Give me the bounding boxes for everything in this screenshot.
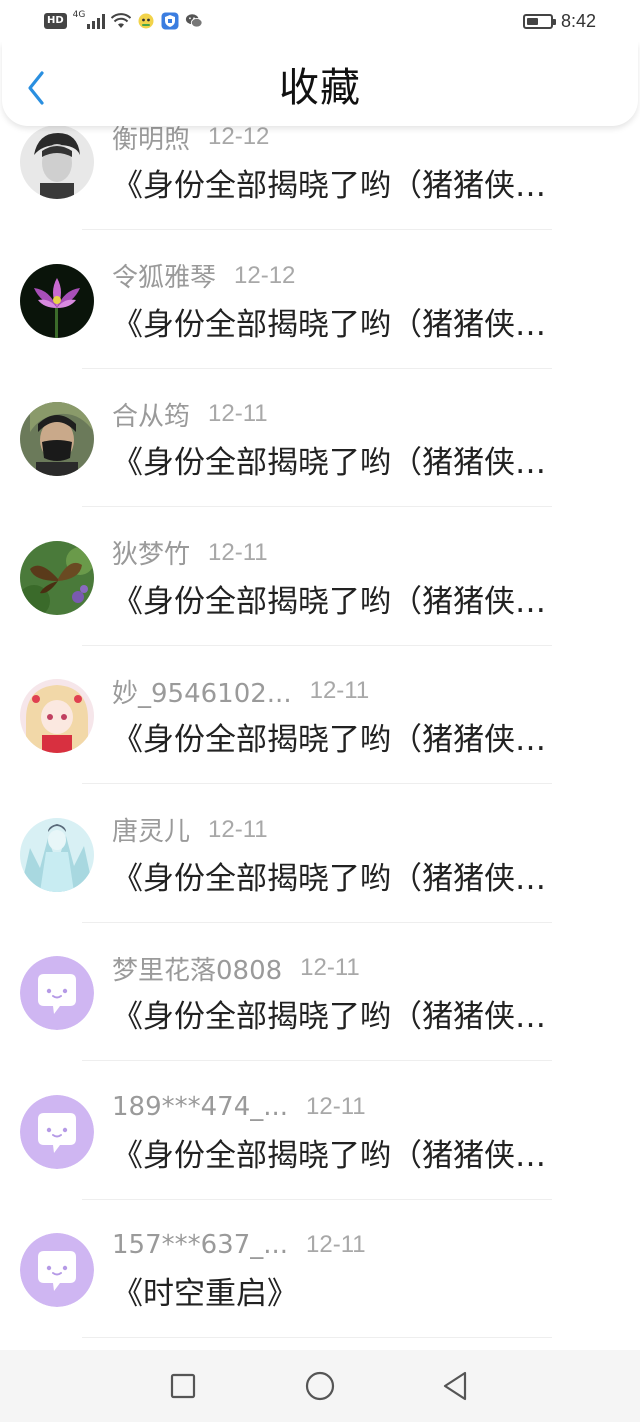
avatar[interactable] <box>20 956 94 1030</box>
favorite-item[interactable]: 合从筠 12-11 《身份全部揭晓了哟（猪猪侠… <box>0 397 640 536</box>
divider <box>82 506 552 507</box>
network-type: 4G <box>72 10 86 20</box>
author-name: 189***474_... <box>112 1091 289 1122</box>
item-title: 《身份全部揭晓了哟（猪猪侠… <box>112 306 546 343</box>
recents-button[interactable] <box>165 1368 201 1404</box>
shield-app-icon <box>161 12 179 30</box>
item-date: 12-11 <box>208 538 268 566</box>
avatar[interactable] <box>20 402 94 476</box>
favorite-item[interactable]: 189***474_... 12-11 《身份全部揭晓了哟（猪猪侠… <box>0 1090 640 1229</box>
favorite-item[interactable]: 狄梦竹 12-11 《身份全部揭晓了哟（猪猪侠… <box>0 536 640 675</box>
divider <box>82 1198 552 1200</box>
favorites-list: 衡明煦 12-12 《身份全部揭晓了哟（猪猪侠… 令狐雅琴 12-12 《身份全部揭晓了哟… <box>0 120 640 1367</box>
item-date: 12-12 <box>208 123 270 150</box>
item-date: 12-11 <box>306 1092 366 1120</box>
item-title: 《身份全部揭晓了哟（猪猪侠… <box>112 860 546 897</box>
favorite-item[interactable]: 令狐雅琴 12-12 《身份全部揭晓了哟（猪猪侠… <box>0 259 640 398</box>
author-name: 合从筠 <box>112 401 191 432</box>
hd-badge: HD <box>44 13 67 29</box>
item-title: 《身份全部揭晓了哟（猪猪侠… <box>112 445 546 481</box>
home-circle-icon <box>305 1371 335 1401</box>
back-triangle-icon <box>443 1371 467 1401</box>
avatar[interactable] <box>20 125 94 199</box>
item-title: 《身份全部揭晓了哟（猪猪侠… <box>112 1137 546 1174</box>
item-meta: 梦里花落0808 12-11 <box>112 951 360 986</box>
item-title: 《时空重启》 <box>112 1276 298 1312</box>
item-title: 《身份全部揭晓了哟（猪猪侠… <box>112 168 546 204</box>
avatar[interactable] <box>20 1094 94 1169</box>
avatar[interactable] <box>20 679 94 753</box>
divider <box>82 644 552 646</box>
divider <box>82 1060 552 1061</box>
item-meta: 189***474_... 12-11 <box>112 1090 366 1124</box>
divider <box>82 783 552 784</box>
divider <box>82 1337 552 1338</box>
battery-icon <box>522 13 556 29</box>
bot-app-icon <box>138 13 154 29</box>
wechat-icon <box>186 14 203 28</box>
page-title: 收藏 <box>279 65 361 111</box>
status-right: 8:42 <box>522 10 596 32</box>
favorite-item[interactable]: 157***637_... 12-11 《时空重启》 <box>0 1228 640 1367</box>
recents-square-icon <box>170 1373 196 1399</box>
divider <box>82 921 552 923</box>
avatar[interactable] <box>20 817 94 892</box>
item-meta: 狄梦竹 12-11 <box>112 536 268 571</box>
item-meta: 合从筠 12-11 <box>112 397 268 432</box>
item-meta: 妙_9546102... 12-11 <box>112 674 370 709</box>
avatar[interactable] <box>20 263 94 338</box>
favorite-item[interactable]: 梦里花落0808 12-11 《身份全部揭晓了哟（猪猪侠… <box>0 951 640 1090</box>
nav-back-button[interactable] <box>437 1368 473 1404</box>
signal-icon <box>87 13 106 29</box>
favorite-item[interactable]: 妙_9546102... 12-11 《身份全部揭晓了哟（猪猪侠… <box>0 674 640 813</box>
divider <box>82 229 552 230</box>
item-meta: 唐灵儿 12-11 <box>112 813 268 848</box>
item-date: 12-11 <box>208 400 268 427</box>
item-title: 《身份全部揭晓了哟（猪猪侠… <box>112 583 546 620</box>
item-date: 12-11 <box>208 815 268 843</box>
item-date: 12-11 <box>306 1231 366 1258</box>
wifi-icon <box>111 13 132 28</box>
author-name: 唐灵儿 <box>112 817 191 847</box>
avatar[interactable] <box>20 1233 94 1307</box>
clock: 8:42 <box>560 10 596 31</box>
item-date: 12-11 <box>300 954 360 981</box>
item-date: 12-11 <box>309 677 370 704</box>
status-left: HD 4G <box>44 10 203 32</box>
author-name: 157***637_... <box>112 1230 289 1260</box>
author-name: 梦里花落0808 <box>112 955 283 986</box>
item-meta: 157***637_... 12-11 <box>112 1228 366 1262</box>
navigation-bar <box>0 1350 640 1422</box>
home-button[interactable] <box>302 1368 338 1404</box>
status-bar: HD 4G 8:42 <box>0 0 640 42</box>
avatar[interactable] <box>20 540 94 615</box>
favorite-item[interactable]: 唐灵儿 12-11 《身份全部揭晓了哟（猪猪侠… <box>0 813 640 952</box>
divider <box>82 367 552 369</box>
item-title: 《身份全部揭晓了哟（猪猪侠… <box>112 722 546 758</box>
item-meta: 令狐雅琴 12-12 <box>112 259 296 294</box>
author-name: 令狐雅琴 <box>112 263 217 293</box>
author-name: 狄梦竹 <box>112 540 191 570</box>
item-date: 12-12 <box>234 261 296 289</box>
header: 收藏 <box>2 42 638 126</box>
favorite-item[interactable]: 衡明煦 12-12 《身份全部揭晓了哟（猪猪侠… <box>0 120 640 259</box>
author-name: 妙_9546102... <box>112 678 292 709</box>
item-title: 《身份全部揭晓了哟（猪猪侠… <box>112 999 546 1035</box>
